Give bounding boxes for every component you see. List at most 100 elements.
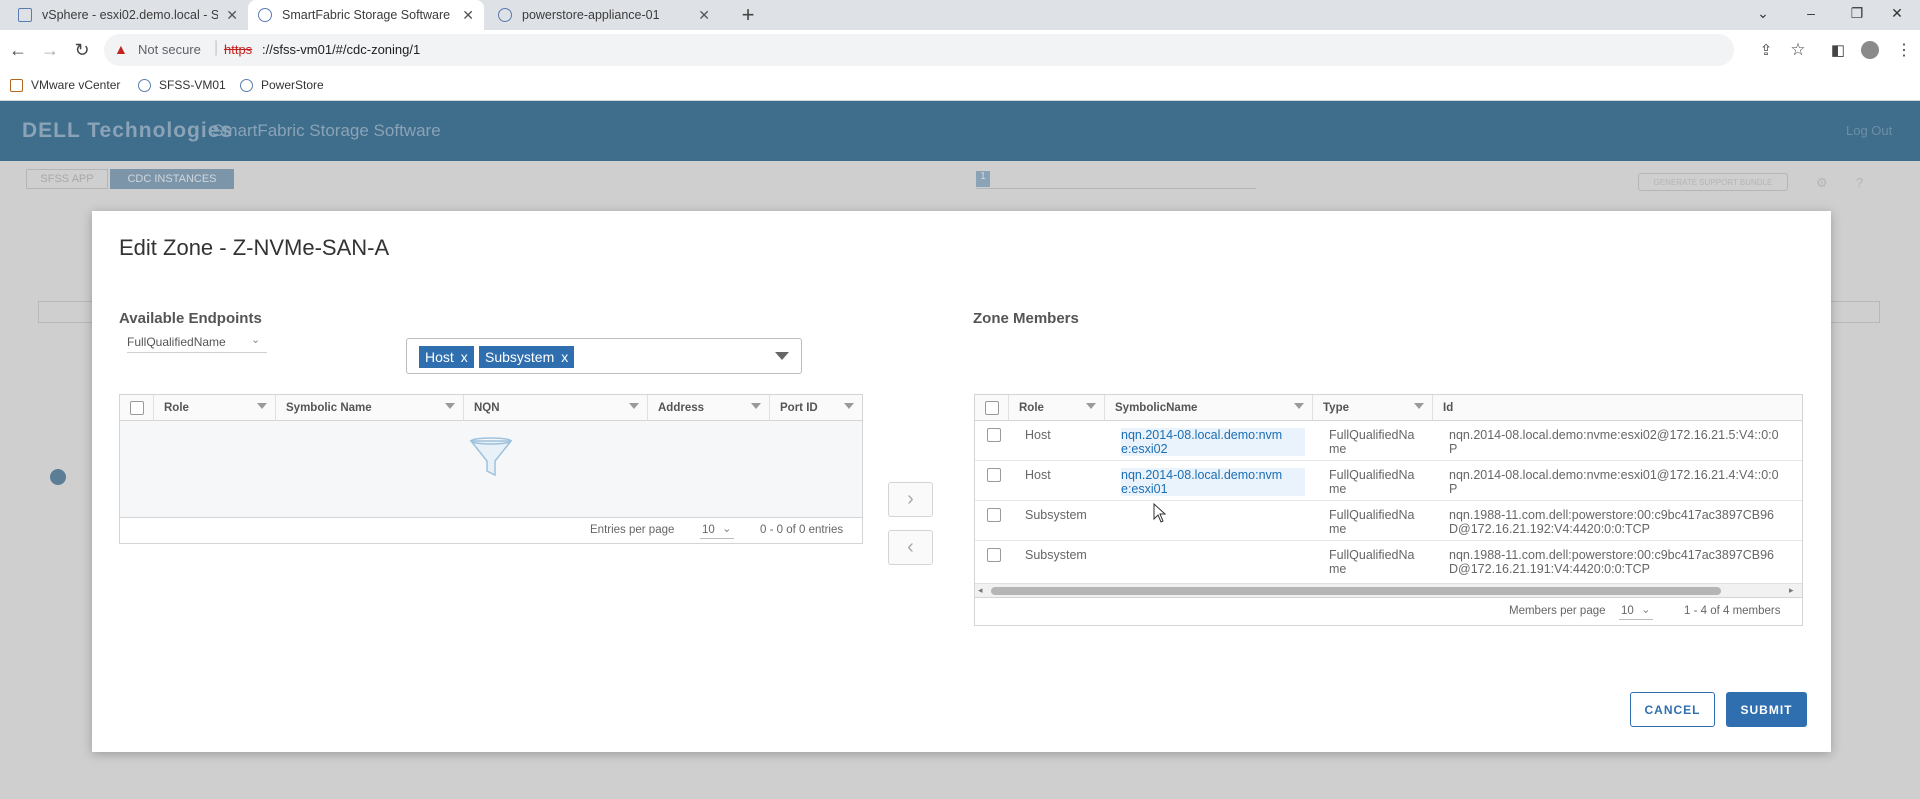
side-panel-icon[interactable]: ◧ (1826, 38, 1850, 62)
filter-icon[interactable] (445, 403, 455, 409)
profile-avatar-icon[interactable] (1858, 38, 1882, 62)
dell-favicon-icon (498, 8, 512, 22)
row-checkbox[interactable] (987, 468, 1001, 482)
filter-icon[interactable] (629, 403, 639, 409)
column-label: Symbolic Name (286, 402, 372, 414)
scroll-left-icon[interactable]: ◂ (978, 585, 983, 596)
row-type: FullQualifiedNa me (1329, 428, 1415, 456)
table-row[interactable]: Subsystem FullQualifiedNa me nqn.1988-11.… (975, 501, 1802, 541)
edit-zone-dialog: Edit Zone - Z-NVMe-SAN-A Available Endpo… (92, 211, 1831, 752)
column-label: Type (1323, 402, 1349, 414)
dialog-title: Edit Zone - Z-NVMe-SAN-A (119, 235, 390, 260)
filter-icon[interactable] (257, 403, 267, 409)
submit-button[interactable]: SUBMIT (1726, 692, 1807, 727)
column-type[interactable]: Type (1313, 395, 1433, 421)
tab-label: vSphere - esxi02.demo.local - Str (42, 8, 219, 22)
minimize-icon[interactable]: – (1788, 0, 1834, 26)
column-id[interactable]: Id (1433, 395, 1802, 421)
column-role[interactable]: Role (1009, 395, 1105, 421)
available-endpoints-heading: Available Endpoints (119, 310, 262, 327)
browser-tab-sfss[interactable]: SmartFabric Storage Software ✕ (248, 0, 484, 30)
row-type: FullQualifiedNa me (1329, 548, 1415, 576)
close-tab-icon[interactable]: ✕ (226, 7, 238, 24)
reload-icon[interactable]: ↻ (70, 38, 94, 62)
horizontal-scrollbar[interactable]: ◂ ▸ (975, 583, 1802, 597)
members-per-page-value: 10 (1621, 605, 1634, 617)
cancel-button[interactable]: CANCEL (1630, 692, 1715, 727)
help-icon[interactable]: ? (1856, 175, 1863, 190)
identifier-type-value: FullQualifiedName (127, 335, 226, 349)
table-row[interactable]: Subsystem FullQualifiedNa me nqn.1988-11.… (975, 541, 1802, 581)
browser-menu-icon[interactable]: ⋮ (1892, 38, 1916, 62)
row-checkbox[interactable] (987, 508, 1001, 522)
column-port-id[interactable]: Port ID (770, 395, 862, 421)
logout-link[interactable]: Log Out (1846, 123, 1892, 138)
support-bundle-button[interactable]: GENERATE SUPPORT BUNDLE (1638, 173, 1788, 191)
column-symbolic-name[interactable]: Symbolic Name (276, 395, 464, 421)
close-tab-icon[interactable]: ✕ (462, 7, 474, 24)
column-role[interactable]: Role (154, 395, 276, 421)
role-filter-multiselect[interactable]: Host x Subsystem x (406, 338, 802, 374)
row-role: Host (1025, 468, 1051, 482)
add-to-zone-button[interactable]: › (888, 482, 933, 517)
url-scheme: https (224, 42, 253, 57)
row-checkbox[interactable] (987, 428, 1001, 442)
new-tab-button[interactable]: + (736, 2, 760, 28)
entries-per-page-select[interactable]: 10 ⌄ (700, 521, 734, 539)
chip-remove-icon[interactable]: x (561, 349, 568, 365)
close-window-icon[interactable]: ✕ (1874, 0, 1920, 26)
bookmark-powerstore[interactable]: PowerStore (240, 76, 324, 94)
scrollbar-thumb[interactable] (991, 587, 1721, 595)
chip-remove-icon[interactable]: x (461, 349, 468, 365)
identifier-type-select[interactable]: FullQualifiedName ⌄ (127, 334, 267, 353)
address-toolbar: ← → ↻ ▲ Not secure | https ://sfss-vm01/… (0, 30, 1920, 70)
url-field[interactable]: ▲ Not secure | https ://sfss-vm01/#/cdc-… (104, 34, 1734, 66)
product-name: SmartFabric Storage Software (212, 121, 441, 140)
column-label: SymbolicName (1115, 402, 1198, 414)
tab-cdc-instances[interactable]: CDC INSTANCES (110, 169, 234, 189)
bookmark-star-icon[interactable]: ☆ (1786, 38, 1810, 62)
back-arrow-icon[interactable]: ← (6, 38, 30, 62)
column-label: Address (658, 402, 705, 414)
row-id: nqn.1988-11.com.dell:powerstore:00:c9bc4… (1449, 548, 1774, 576)
scroll-right-icon[interactable]: ▸ (1789, 585, 1794, 596)
forward-arrow-icon[interactable]: → (38, 38, 62, 62)
column-symbolic-name[interactable]: SymbolicName (1105, 395, 1313, 421)
entries-per-page-value: 10 (702, 524, 715, 536)
grid-footer: Members per page 10 ⌄ 1 - 4 of 4 members (975, 597, 1802, 625)
filter-icon[interactable] (751, 403, 761, 409)
dropdown-caret-icon[interactable] (775, 352, 789, 360)
column-nqn[interactable]: NQN (464, 395, 648, 421)
bookmark-sfss[interactable]: SFSS-VM01 (138, 76, 226, 94)
funnel-icon (469, 437, 513, 477)
tab-search-icon[interactable]: ⌄ (1740, 0, 1786, 26)
settings-icon[interactable]: ⚙ (1816, 175, 1828, 191)
table-row[interactable]: Host nqn.2014-08.local.demo:nvm e:esxi01 … (975, 461, 1802, 501)
column-address[interactable]: Address (648, 395, 770, 421)
bookmark-vcenter[interactable]: VMware vCenter (10, 76, 120, 94)
filter-icon[interactable] (1086, 403, 1096, 409)
row-checkbox[interactable] (987, 548, 1001, 562)
close-tab-icon[interactable]: ✕ (698, 7, 710, 24)
select-all-cell (975, 395, 1009, 421)
remove-from-zone-button[interactable]: ‹ (888, 530, 933, 565)
filter-icon[interactable] (844, 403, 854, 409)
select-all-checkbox[interactable] (984, 401, 999, 415)
row-id: nqn.2014-08.local.demo:nvme:esxi02@172.1… (1449, 428, 1779, 456)
instance-select[interactable]: 1 (976, 169, 1256, 189)
table-row[interactable]: Host nqn.2014-08.local.demo:nvm e:esxi02 … (975, 421, 1802, 461)
vmware-icon (10, 78, 23, 92)
members-per-page-select[interactable]: 10 ⌄ (1619, 602, 1653, 620)
entries-per-page-label: Entries per page (590, 524, 675, 536)
grid-header: Role SymbolicName Type Id (975, 395, 1802, 421)
browser-tab-powerstore[interactable]: powerstore-appliance-01 ✕ (488, 0, 720, 30)
share-icon[interactable]: ⇪ (1754, 38, 1778, 62)
empty-grid-body (120, 421, 862, 517)
browser-tab-vsphere[interactable]: vSphere - esxi02.demo.local - Str ✕ (8, 0, 248, 30)
select-all-checkbox[interactable] (129, 401, 144, 415)
url-path: ://sfss-vm01/#/cdc-zoning/1 (262, 42, 421, 57)
tab-sfss-app[interactable]: SFSS APP (26, 169, 108, 189)
filter-icon[interactable] (1414, 403, 1424, 409)
filter-icon[interactable] (1294, 403, 1304, 409)
instance-value: 1 (976, 171, 990, 187)
